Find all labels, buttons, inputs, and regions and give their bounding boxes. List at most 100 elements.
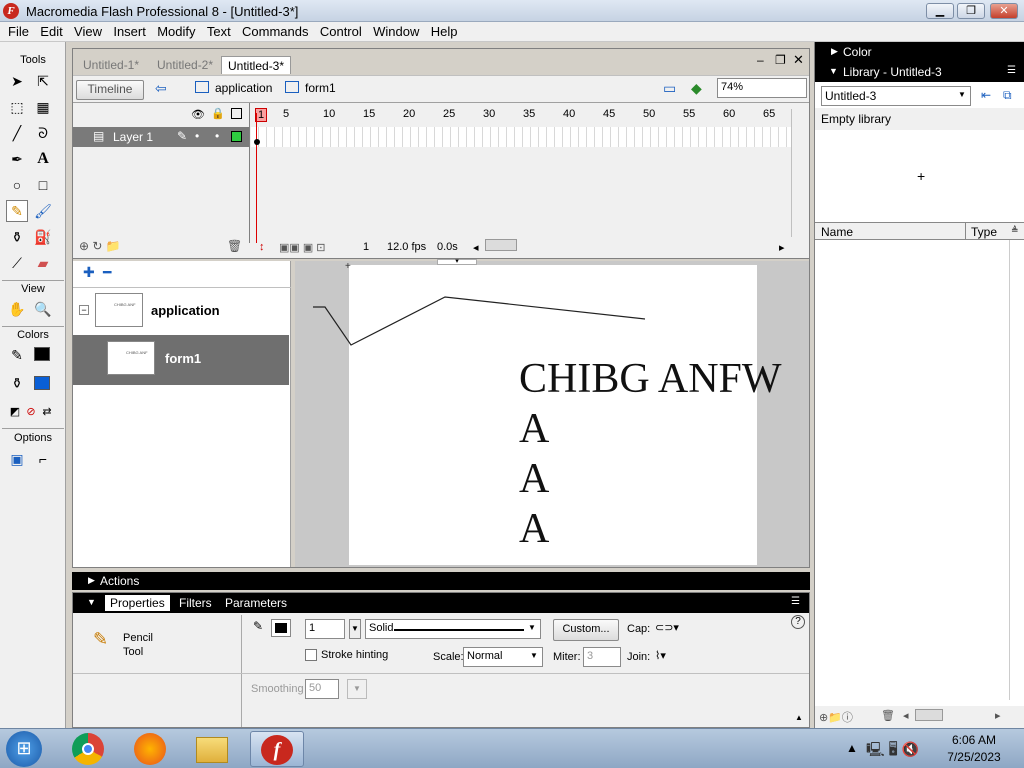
selection-tool-icon[interactable]: ➤ [6,70,28,92]
pen-tool-icon[interactable]: ✒ [6,148,28,170]
menu-file[interactable]: File [0,22,29,39]
playhead[interactable] [256,113,257,243]
expand-panel-icon[interactable]: ▲ [795,713,803,722]
free-transform-tool-icon[interactable]: ⬚ [6,96,28,118]
actions-title[interactable]: Actions [100,574,139,588]
tab-properties[interactable]: Properties [105,595,170,611]
library-panel-header[interactable]: ▼ Library - Untitled-3 ☰ [815,62,1024,82]
new-symbol-icon[interactable]: ⊕📁ⓘ [819,709,853,725]
close-button[interactable]: ✕ [990,3,1018,19]
collapse-icon[interactable]: − [79,305,89,315]
library-scrollbar[interactable] [1009,240,1023,700]
screen-thumbnail[interactable]: CHIBG ANF [95,293,143,327]
screen-form1[interactable]: form1 [165,351,201,366]
tray-arrow-icon[interactable]: ▲ [846,741,858,755]
menu-window[interactable]: Window [365,22,419,39]
explorer-icon[interactable] [196,737,228,763]
hand-tool-icon[interactable]: ✋ [6,298,28,320]
fill-color-swatch[interactable] [34,376,50,390]
timeline-toggle-button[interactable]: Timeline [76,80,144,100]
tab-untitled-3[interactable]: Untitled-3* [221,56,292,74]
library-title[interactable]: Library - Untitled-3 [843,65,942,79]
clock-time[interactable]: 6:06 AM [934,733,1014,747]
frame-ruler[interactable]: 1 5 10 15 20 25 30 35 40 45 50 55 60 65 [251,103,791,123]
breadcrumb-application[interactable]: application [215,81,272,95]
stroke-color-swatch[interactable] [34,347,50,361]
lasso-tool-icon[interactable]: ᘐ [32,122,54,144]
menu-modify[interactable]: Modify [149,22,195,39]
stroke-hinting-checkbox[interactable] [305,649,317,661]
stroke-width-slider-icon[interactable]: ▼ [349,619,361,639]
sort-icon[interactable]: ≜ [1011,225,1019,236]
keyframe-dot[interactable] [254,139,260,145]
rectangle-tool-icon[interactable]: □ [32,174,54,196]
tray-icons[interactable]: 🖳 🖥 🔇 [866,739,919,763]
maximize-button[interactable]: ❐ [957,3,985,19]
cap-select-icon[interactable]: ⊂⊃▾ [655,621,679,634]
paint-bucket-tool-icon[interactable]: ⛽ [32,226,54,248]
minimize-button[interactable]: ▁ [926,3,954,19]
menu-help[interactable]: Help [423,22,458,39]
stroke-style-select[interactable]: Solid ▼ [365,619,541,639]
screen-row-form1[interactable]: CHIBG ANF form1 [73,335,289,385]
clock-date[interactable]: 7/25/2023 [934,750,1014,764]
menu-edit[interactable]: Edit [32,22,62,39]
edit-symbols-icon[interactable]: ◆ [691,80,702,97]
onion-skin-icon[interactable]: ▣▣ ▣ ⊡ [279,241,326,254]
pencil-stroke-drawing[interactable]: + [295,261,809,567]
zoom-field[interactable]: 74% [717,78,807,98]
flash-app-icon[interactable]: F [3,3,19,19]
text-tool-icon[interactable]: A [32,148,54,170]
eye-icon[interactable]: 👁 [191,108,205,121]
doc-close-icon[interactable]: ✕ [793,52,804,68]
stroke-width-field[interactable]: 1 [305,619,345,639]
scroll-right-icon[interactable]: ▸ [779,241,785,254]
brush-tool-icon[interactable]: 🖌 [32,200,54,222]
help-icon[interactable]: ? [791,615,805,629]
breadcrumb-form1[interactable]: form1 [305,81,336,95]
remove-screen-icon[interactable]: ━ [103,264,111,281]
menu-commands[interactable]: Commands [234,22,308,39]
zoom-tool-icon[interactable]: 🔍 [32,298,54,320]
eraser-tool-icon[interactable]: ▰ [32,252,54,274]
new-library-panel-icon[interactable]: ⧉ [1003,88,1012,103]
collapse-arrow-icon[interactable]: ▼ [829,66,838,76]
actions-panel-header[interactable]: ▶ Actions [72,572,810,590]
subselection-tool-icon[interactable]: ⇱ [32,70,54,92]
screen-application[interactable]: application [151,303,220,318]
tab-filters[interactable]: Filters [179,596,212,610]
lock-icon[interactable]: 🔒 [211,107,225,120]
smoothing-field[interactable]: 50 [305,679,339,699]
custom-stroke-button[interactable]: Custom... [553,619,619,641]
object-drawing-icon[interactable]: ▣ [6,448,28,470]
menu-insert[interactable]: Insert [105,22,146,39]
layer-name[interactable]: Layer 1 [113,130,153,144]
tab-parameters[interactable]: Parameters [225,596,287,610]
delete-icon[interactable]: 🗑 [881,709,895,722]
firefox-icon[interactable] [134,733,166,765]
doc-restore-icon[interactable]: ❐ [775,53,786,67]
library-hscroll-thumb[interactable] [915,709,943,721]
pencil-mode-icon[interactable]: ⌐ [32,448,54,470]
outline-icon[interactable] [231,108,242,119]
smoothing-slider-icon[interactable]: ▼ [347,679,367,699]
menu-text[interactable]: Text [199,22,231,39]
ink-bottle-tool-icon[interactable]: ⚱ [6,226,28,248]
timeline-scrollbar[interactable] [791,109,807,237]
start-button-icon[interactable]: ⊞ [6,731,42,767]
column-name[interactable]: Name [821,225,853,239]
back-arrow-icon[interactable]: ⇦ [155,80,167,97]
gradient-transform-tool-icon[interactable]: ▦ [32,96,54,118]
color-panel-title[interactable]: Color [843,45,872,59]
scale-select[interactable]: Normal ▼ [463,647,543,667]
join-select-icon[interactable]: ⌇▾ [655,649,666,662]
panel-menu-icon[interactable]: ☰ [791,596,800,607]
pencil-tool-icon[interactable]: ✎ [6,200,28,222]
stroke-color-picker[interactable] [271,619,291,637]
timeline-hscroll-thumb[interactable] [485,239,517,251]
edit-scene-icon[interactable]: ▭ [663,80,676,97]
eyedropper-tool-icon[interactable]: ⟋ [6,252,28,274]
doc-minimize-icon[interactable]: – [757,53,764,67]
center-frame-icon[interactable]: ↕ [259,241,265,253]
tab-untitled-2[interactable]: Untitled-2* [151,56,219,74]
